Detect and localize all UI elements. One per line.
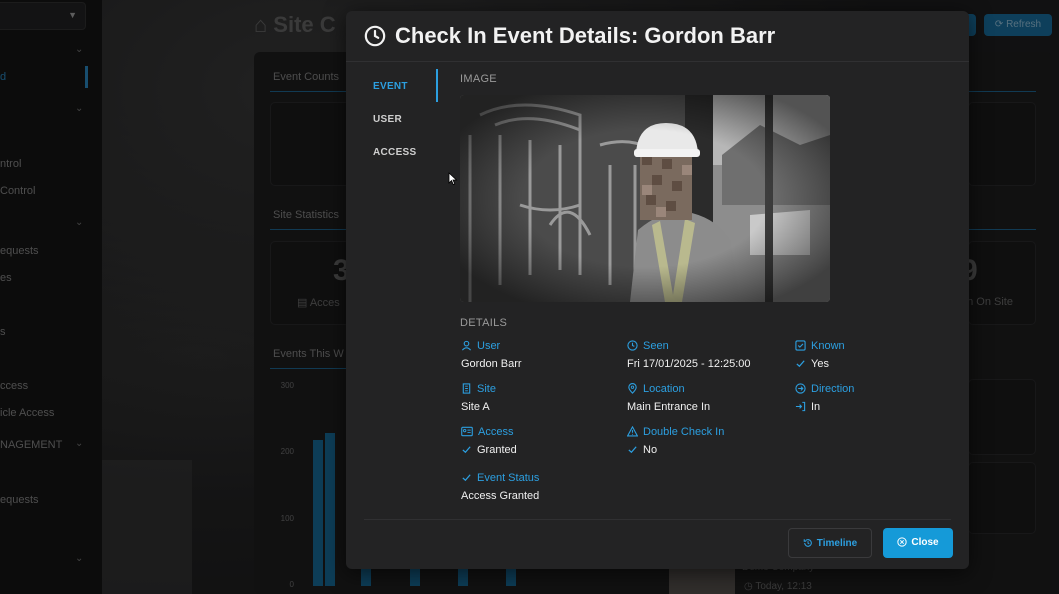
modal-header: Check In Event Details: Gordon Barr <box>346 11 969 62</box>
event-status-value: Access Granted <box>461 490 540 502</box>
clock-icon <box>364 25 386 47</box>
close-label: Close <box>911 537 939 548</box>
sign-in-icon <box>795 401 806 412</box>
modal-title: Check In Event Details: Gordon Barr <box>395 23 776 48</box>
user-value: Gordon Barr <box>461 358 522 370</box>
check-icon <box>462 474 471 482</box>
seen-label: Seen <box>627 340 669 352</box>
details-heading: DETAILS <box>460 317 508 329</box>
user-label: User <box>461 340 500 352</box>
active-tab-indicator <box>436 69 438 102</box>
timeline-label: Timeline <box>816 538 858 549</box>
direction-value: In <box>795 401 820 413</box>
double-check-in-label: Double Check In <box>626 425 724 438</box>
site-label: Site <box>461 383 496 395</box>
close-circle-icon <box>897 537 908 547</box>
location-label: Location <box>627 383 685 395</box>
tab-user[interactable]: USER <box>373 114 402 125</box>
arrow-circle-icon <box>795 383 806 394</box>
clock-icon <box>627 340 638 351</box>
direction-label: Direction <box>795 383 854 395</box>
event-status-label: Event Status <box>461 472 539 484</box>
map-pin-icon <box>628 383 637 394</box>
building-icon <box>462 383 471 394</box>
id-card-icon <box>461 426 473 437</box>
tab-access[interactable]: ACCESS <box>373 147 416 158</box>
check-square-icon <box>795 340 806 351</box>
access-label: Access <box>461 426 513 438</box>
event-details-modal: Check In Event Details: Gordon Barr EVEN… <box>346 11 969 569</box>
warning-icon <box>626 425 639 437</box>
seen-value: Fri 17/01/2025 - 12:25:00 <box>627 358 751 370</box>
image-heading: IMAGE <box>460 73 497 85</box>
check-icon <box>462 446 471 454</box>
check-icon <box>628 446 637 454</box>
history-icon <box>803 539 812 547</box>
double-check-in-value: No <box>627 444 657 456</box>
mouse-cursor-icon <box>448 172 458 186</box>
close-button[interactable]: Close <box>883 528 953 558</box>
event-photo <box>460 95 830 302</box>
access-value: Granted <box>461 444 517 456</box>
user-icon <box>461 340 472 351</box>
tab-event[interactable]: EVENT <box>373 81 408 92</box>
timeline-button[interactable]: Timeline <box>788 528 872 558</box>
modal-footer-divider <box>364 519 951 520</box>
known-value: Yes <box>795 358 829 370</box>
known-label: Known <box>795 340 845 352</box>
location-value: Main Entrance In <box>627 401 711 413</box>
site-value: Site A <box>461 401 490 413</box>
check-icon <box>796 360 805 368</box>
